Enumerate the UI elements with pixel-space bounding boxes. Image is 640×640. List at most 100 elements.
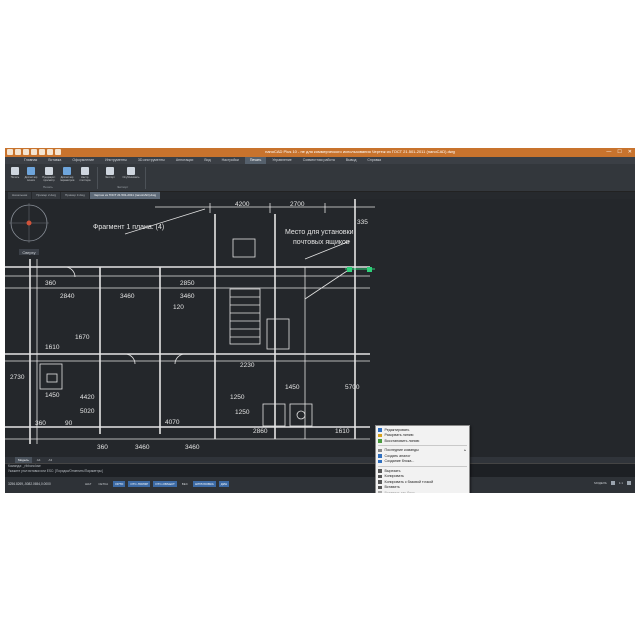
dim-label: 335 (357, 219, 368, 226)
status-bar: 3256.8269,-5082.0654,0.0000 ШАГ СЕТКА ОР… (5, 477, 635, 493)
view-center-icon (26, 220, 32, 226)
publish-button[interactable]: Опубликовать (121, 167, 141, 179)
drawing-canvas[interactable]: Фрагмент 1 плана. (4) Место для установк… (5, 199, 635, 457)
preview-icon (45, 167, 53, 175)
group-label-print: Печать (43, 185, 53, 189)
view-navigator[interactable]: Сверху (5, 199, 53, 259)
tab-output[interactable]: Вывод (341, 157, 362, 164)
menu-item-icon (378, 448, 382, 452)
tab-insert[interactable]: Вставка (43, 157, 66, 164)
dim-label: 120 (173, 304, 184, 311)
printer-icon (11, 167, 19, 175)
open-file-icon[interactable] (23, 149, 29, 155)
ribbon-divider (145, 167, 146, 189)
dim-label: 360 (45, 280, 56, 287)
tab-settings[interactable]: Настройки (217, 157, 244, 164)
tab-format[interactable]: Оформление (67, 157, 99, 164)
menu-item-label: Последние команды (384, 448, 419, 453)
tab-help[interactable]: Справка (362, 157, 386, 164)
toggle-object-snap[interactable]: ОТС-ОБЪЕКТ (153, 481, 177, 487)
toggle-grid[interactable]: СЕТКА (96, 481, 110, 487)
plotter-settings-button[interactable]: Настр. плоттера (78, 167, 92, 182)
toggle-dynamic[interactable]: ДИН (218, 481, 230, 487)
save-icon[interactable] (31, 149, 37, 155)
menu-item[interactable]: Восстановить линию (376, 438, 469, 444)
ribbon-divider (97, 167, 98, 189)
publish-icon (127, 167, 135, 175)
close-icon[interactable]: ✕ (628, 149, 632, 155)
menu-item-label: Создание блока... (384, 459, 415, 464)
bathtub (46, 373, 58, 383)
export-icon (106, 167, 114, 175)
dim-label: 360 (97, 444, 108, 451)
annotation-scale-icon[interactable] (610, 481, 615, 485)
doc-tab[interactable]: Начальная (8, 192, 32, 199)
tab-view[interactable]: Вид (199, 157, 215, 164)
redo-icon[interactable] (55, 149, 61, 155)
doc-tab[interactable]: Пример 3.dwg (61, 192, 89, 199)
menu-item-icon (378, 474, 382, 478)
plotter-icon (81, 167, 89, 175)
command-line[interactable]: Команда: _ribbonclose Укажите угол встав… (5, 463, 635, 477)
view-label: Сверху (22, 250, 35, 255)
document-tabs: Начальная Пример 2.dwg Пример 3.dwg Черт… (5, 192, 635, 199)
tab-3d-tools[interactable]: 3D-инструменты (133, 157, 170, 164)
bathroom-outline (262, 403, 286, 427)
tab-home[interactable]: Главная (19, 157, 42, 164)
tab-annotations[interactable]: Аннотации (171, 157, 199, 164)
menu-item[interactable]: Создание блока... (376, 459, 469, 465)
floor-plan-drawing: Фрагмент 1 плана. (4) Место для установк… (5, 199, 375, 451)
dim-label: 3460 (180, 293, 195, 300)
dim-label: 1610 (335, 428, 350, 435)
elevator-shaft (266, 318, 290, 350)
tab-collaborate[interactable]: Совместная работа (298, 157, 340, 164)
minimize-icon[interactable]: — (606, 149, 611, 155)
menu-item-icon (378, 433, 382, 437)
print-button[interactable]: Печать (8, 167, 22, 179)
settings-icon[interactable] (627, 481, 631, 485)
menu-item-icon (378, 480, 382, 484)
sink (296, 410, 306, 420)
menu-item-icon (378, 469, 382, 473)
toggle-lineweight[interactable]: ВЕС (180, 481, 190, 487)
dim-label: 1250 (230, 394, 245, 401)
context-menu: Редактировать Разорвать линию Восстановить… (375, 425, 470, 493)
zoom-scale[interactable]: 1:1 (619, 481, 623, 485)
tab-tools[interactable]: Инструменты (100, 157, 132, 164)
menu-item-label: Копировать (384, 474, 404, 479)
dim-label: 1450 (285, 384, 300, 391)
dim-label: 2840 (60, 293, 75, 300)
menu-item-label: Вставить как блок (384, 490, 415, 493)
new-file-icon[interactable] (15, 149, 21, 155)
dim-label: 3460 (135, 444, 150, 451)
menu-item-label: Копировать с базовой точкой (384, 479, 434, 484)
doc-tab[interactable]: Пример 2.dwg (32, 192, 61, 199)
app-menu-icon[interactable] (7, 149, 13, 155)
space-indicator[interactable]: МОДЕЛЬ (594, 481, 607, 485)
toggle-ortho[interactable]: ОРТО (113, 481, 126, 487)
drafting-toggles: ШАГ СЕТКА ОРТО ОТС-ПОЛЯР ОТС-ОБЪЕКТ ВЕС … (83, 481, 230, 487)
menu-item-icon (378, 428, 382, 432)
print-icon[interactable] (39, 149, 45, 155)
toggle-polar[interactable]: ОТС-ПОЛЯР (128, 481, 151, 487)
menu-item-icon (378, 439, 382, 443)
print-manager-button[interactable]: Диспетчер печати (24, 167, 38, 182)
menu-item-icon (378, 454, 382, 458)
note-mailbox-line1: Место для установки (285, 229, 354, 236)
dim-label: 360 (35, 420, 46, 427)
doc-tab-active[interactable]: Чертеж из ГОСТ 21.501-2011 (nanoCAD).dwg (89, 192, 161, 199)
toggle-hatch[interactable]: ШТРИХОВКА (192, 481, 216, 487)
command-prompt[interactable]: Укажите угол вставки или ESC: [Порядок/О… (5, 469, 635, 474)
undo-icon[interactable] (47, 149, 53, 155)
tab-manage[interactable]: Управление (267, 157, 296, 164)
menu-item-label: Восстановить линию (384, 438, 420, 443)
menu-item-icon (378, 491, 382, 493)
maximize-icon[interactable]: ☐ (617, 149, 621, 155)
preview-button[interactable]: Предварит. просмотр (42, 167, 56, 182)
submenu-arrow-icon: ▸ (464, 448, 466, 453)
tab-print[interactable]: Печать (244, 157, 267, 164)
export-button[interactable]: Экспорт (103, 167, 117, 179)
page-setup-button[interactable]: Диспетчер параметров (60, 167, 74, 182)
toggle-snap[interactable]: ШАГ (83, 481, 93, 487)
dim-label: 2730 (10, 374, 25, 381)
